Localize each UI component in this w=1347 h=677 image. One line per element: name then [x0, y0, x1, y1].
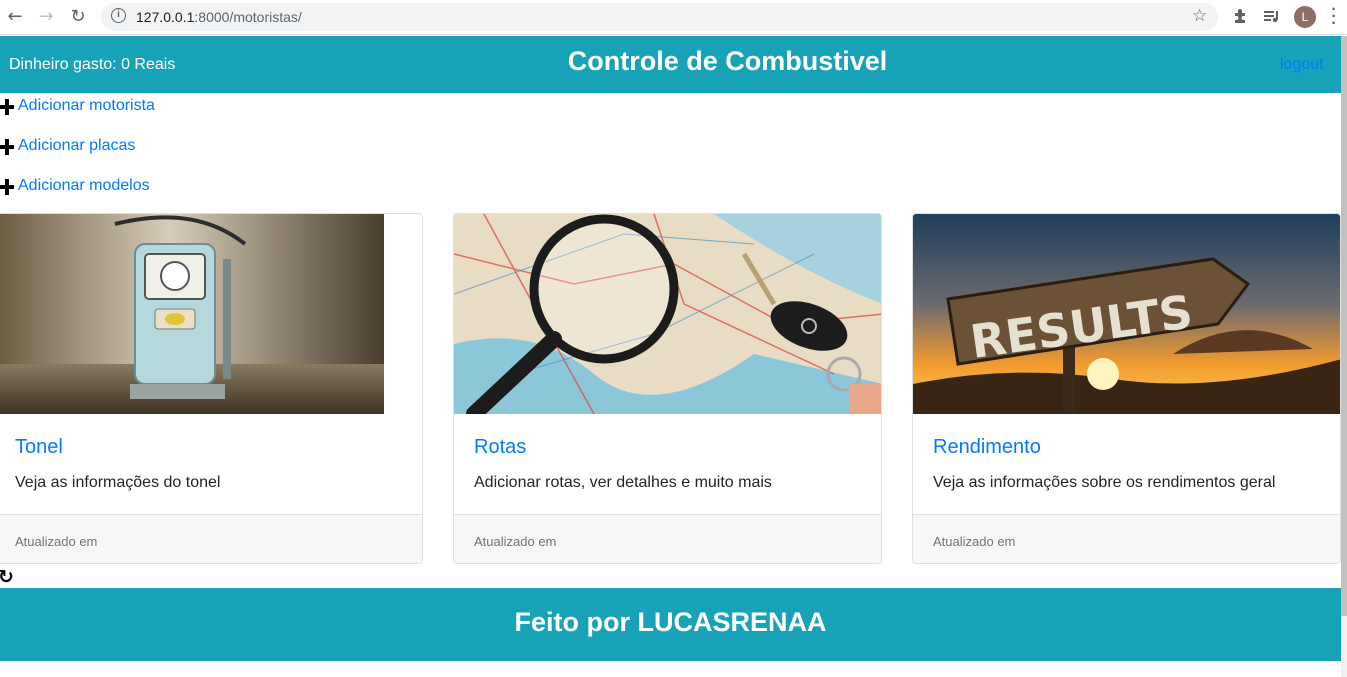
plus-icon: [0, 179, 14, 195]
logout-link[interactable]: logout: [1280, 56, 1324, 74]
card-rotas[interactable]: Rotas Adicionar rotas, ver detalhes e mu…: [453, 213, 882, 564]
refresh-icon[interactable]: ↻: [0, 566, 14, 588]
card-title[interactable]: Rotas: [474, 436, 526, 459]
card-title[interactable]: Tonel: [15, 436, 63, 459]
plus-icon: [0, 139, 14, 155]
card-title[interactable]: Rendimento: [933, 436, 1041, 459]
reload-icon[interactable]: ↻: [68, 7, 88, 27]
card-text: Veja as informações do tonel: [15, 474, 221, 491]
media-queue-icon[interactable]: [1263, 8, 1281, 28]
results-sign-image: RESULTS: [913, 214, 1340, 414]
card-rendimento[interactable]: RESULTS Rendimento Veja as informações s…: [912, 213, 1341, 564]
bookmark-star-icon[interactable]: ☆: [1192, 6, 1207, 26]
browser-menu-icon[interactable]: · · ·: [1330, 2, 1338, 32]
card-tonel[interactable]: Tonel Veja as informações do tonel Atual…: [0, 213, 423, 564]
map-magnifier-image: [454, 214, 881, 414]
profile-avatar[interactable]: L: [1294, 6, 1316, 28]
page-title: Controle de Combustivel: [567, 46, 888, 76]
add-motorista-link[interactable]: Adicionar motorista: [18, 97, 155, 115]
updated-label: Atualizado em: [474, 534, 557, 549]
forward-icon[interactable]: →: [36, 7, 56, 27]
scrollbar[interactable]: [1341, 36, 1347, 677]
card-footer: Atualizado em: [454, 514, 881, 563]
info-icon[interactable]: i: [111, 8, 126, 23]
plus-icon: [0, 99, 14, 115]
back-icon[interactable]: ←: [5, 7, 25, 27]
footer-text: Feito por LUCASRENAA: [514, 607, 827, 637]
add-modelos-link[interactable]: Adicionar modelos: [18, 177, 150, 195]
card-footer: Atualizado em: [0, 514, 422, 563]
updated-label: Atualizado em: [15, 534, 98, 549]
card-footer: Atualizado em: [913, 514, 1340, 563]
add-placas-link[interactable]: Adicionar placas: [18, 137, 135, 155]
page-header: Dinheiro gasto: 0 Reais Controle de Comb…: [0, 36, 1341, 93]
card-text: Veja as informações sobre os rendimentos…: [933, 474, 1276, 491]
address-bar[interactable]: i 127.0.0.1:8000/motoristas/ ☆: [101, 3, 1218, 31]
card-text: Adicionar rotas, ver detalhes e muito ma…: [474, 474, 772, 491]
fuel-pump-image: [0, 214, 384, 414]
scrollbar-thumb[interactable]: [1341, 36, 1347, 616]
updated-label: Atualizado em: [933, 534, 1016, 549]
page-footer: Feito por LUCASRENAA: [0, 588, 1341, 661]
browser-toolbar: ← → ↻ i 127.0.0.1:8000/motoristas/ ☆ L ·…: [0, 0, 1347, 35]
address-url[interactable]: 127.0.0.1:8000/motoristas/: [136, 9, 302, 25]
extensions-puzzle-icon[interactable]: [1233, 8, 1249, 28]
